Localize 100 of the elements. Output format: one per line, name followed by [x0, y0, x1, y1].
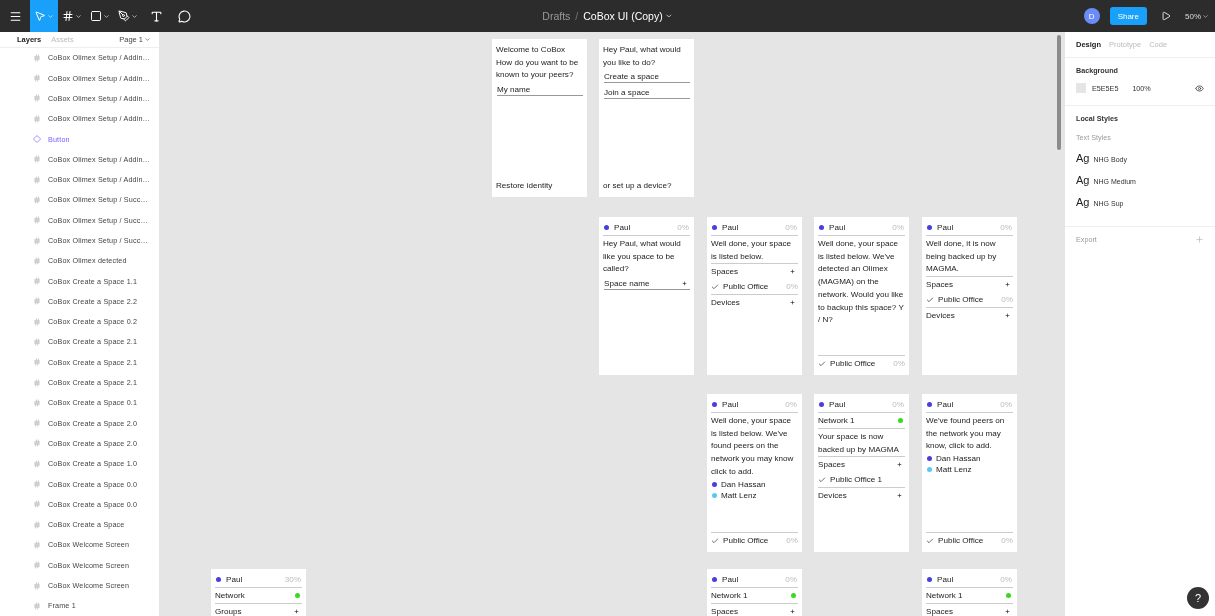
user-name: Paul — [226, 574, 243, 584]
hash-icon — [33, 277, 41, 286]
user-name: Paul — [722, 574, 739, 584]
peer-row[interactable]: Dan Hassan — [926, 453, 1013, 465]
screen-frame[interactable]: Welcome to CoBox How do you want to be known to your peers? My name Restore identity — [492, 39, 587, 197]
eye-icon[interactable] — [1195, 83, 1204, 93]
message-text: Your space is now backed up by MAGMA — [818, 428, 905, 457]
check-icon — [711, 536, 719, 545]
message-text: Well done, it is now being backed up by MAGMA. — [926, 235, 1013, 277]
link-text[interactable]: or set up a device? — [603, 180, 690, 193]
message-text: Well done, your space is listed below. We've found peers on the network you may know click to add. — [711, 412, 798, 479]
hash-icon — [33, 317, 41, 326]
style-sample: Ag — [1076, 152, 1090, 164]
input-field[interactable]: Join a space — [604, 87, 690, 100]
hash-icon — [33, 581, 41, 590]
hash-icon — [33, 601, 41, 610]
section-row[interactable]: Spaces — [926, 603, 1013, 616]
zoom-dropdown[interactable]: 50% — [1185, 11, 1209, 21]
text-icon — [149, 9, 163, 23]
network-row[interactable]: Network 1 — [711, 587, 798, 603]
message-text: Hey Paul, what would you like to do? — [603, 44, 682, 69]
plus-icon — [897, 493, 902, 499]
hash-icon — [33, 398, 41, 407]
section-row[interactable]: Groups — [215, 603, 302, 616]
caret-icon — [103, 12, 110, 20]
user-name: Paul — [937, 222, 954, 232]
scrollbar[interactable] — [1057, 35, 1061, 150]
hash-icon — [33, 500, 41, 509]
hash-icon — [33, 480, 41, 489]
hash-icon — [33, 256, 41, 265]
section-row[interactable]: Spaces — [818, 456, 905, 473]
screen-frame[interactable]: Hey Paul, what would you like to do? Create a space Join a space or set up a device? — [599, 39, 694, 197]
input-field[interactable]: My name — [497, 84, 583, 97]
hash-icon — [33, 114, 41, 123]
hash-icon — [33, 175, 41, 184]
space-item[interactable]: Public Office 1 — [818, 472, 905, 488]
peer-row[interactable]: Dan Hassan — [711, 478, 798, 490]
section-row[interactable]: Spaces — [926, 276, 1013, 293]
hash-icon — [33, 236, 41, 245]
section-row[interactable]: Devices — [818, 487, 905, 504]
check-icon — [818, 475, 826, 484]
comment-icon — [177, 9, 191, 23]
caret-icon — [144, 35, 151, 43]
check-icon — [926, 536, 934, 545]
hash-icon — [33, 439, 41, 448]
peer-row[interactable]: Matt Lenz — [926, 464, 1013, 476]
square-icon — [90, 10, 102, 22]
network-row[interactable]: Network 1 — [818, 412, 905, 428]
section-row[interactable]: Spaces — [711, 603, 798, 616]
hash-icon — [33, 53, 41, 62]
section-row[interactable]: Devices — [711, 294, 798, 311]
user-name: Paul — [937, 574, 954, 584]
user-name: Paul — [722, 399, 739, 409]
user-name: Paul — [722, 222, 739, 232]
hash-icon — [33, 297, 41, 306]
peer-row[interactable]: Matt Lenz — [711, 489, 798, 501]
slash-separator: / — [575, 10, 579, 22]
plus-icon — [790, 609, 795, 614]
user-name: Paul — [829, 222, 846, 232]
check-icon — [711, 282, 719, 291]
color-swatch[interactable] — [1076, 83, 1086, 93]
check-icon — [926, 295, 934, 304]
plus-icon — [1005, 282, 1010, 288]
hash-icon — [62, 10, 74, 22]
caret-icon — [131, 12, 138, 20]
input-field[interactable]: Space name — [604, 278, 690, 291]
file-name[interactable]: CoBox UI (Copy) — [583, 10, 673, 22]
section-row[interactable]: Devices — [926, 307, 1013, 324]
input-field[interactable]: Create a space — [604, 71, 690, 84]
user-name: Paul — [829, 399, 846, 409]
check-icon — [818, 359, 826, 368]
hash-icon — [33, 378, 41, 387]
hash-icon — [33, 561, 41, 570]
style-sample: Ag — [1076, 174, 1090, 186]
message-text: Welcome to CoBox — [496, 44, 567, 56]
message-text: Hey Paul, what would like you space to be called? — [603, 235, 690, 277]
play-icon — [1161, 11, 1171, 21]
hash-icon — [33, 338, 41, 346]
section-row[interactable]: Spaces — [711, 263, 798, 280]
plus-icon — [1005, 313, 1010, 319]
hash-icon — [33, 195, 41, 204]
caret-icon — [47, 12, 54, 20]
caret-icon — [75, 12, 82, 20]
hash-icon — [33, 155, 41, 164]
message-text: Well done, your space is listed below. We've detected an Olimex (MAGMA) on the network. Would you like to backup this space? Y / N? — [818, 235, 905, 327]
hash-icon — [33, 540, 41, 549]
user-name: Paul — [937, 399, 954, 409]
plus-icon — [790, 269, 795, 275]
pointer-icon — [34, 10, 46, 22]
plus-icon — [294, 609, 299, 614]
plus-icon — [1005, 609, 1010, 614]
network-row[interactable]: Network — [215, 587, 302, 603]
hash-icon — [33, 520, 41, 529]
link-text[interactable]: Restore identity — [496, 180, 583, 193]
hash-icon — [33, 94, 41, 103]
hash-icon — [33, 419, 41, 428]
caret-icon — [1202, 12, 1209, 20]
user-name: Paul — [614, 222, 631, 232]
network-row[interactable]: Network 1 — [926, 587, 1013, 603]
breadcrumb-link[interactable]: Drafts — [542, 10, 571, 22]
